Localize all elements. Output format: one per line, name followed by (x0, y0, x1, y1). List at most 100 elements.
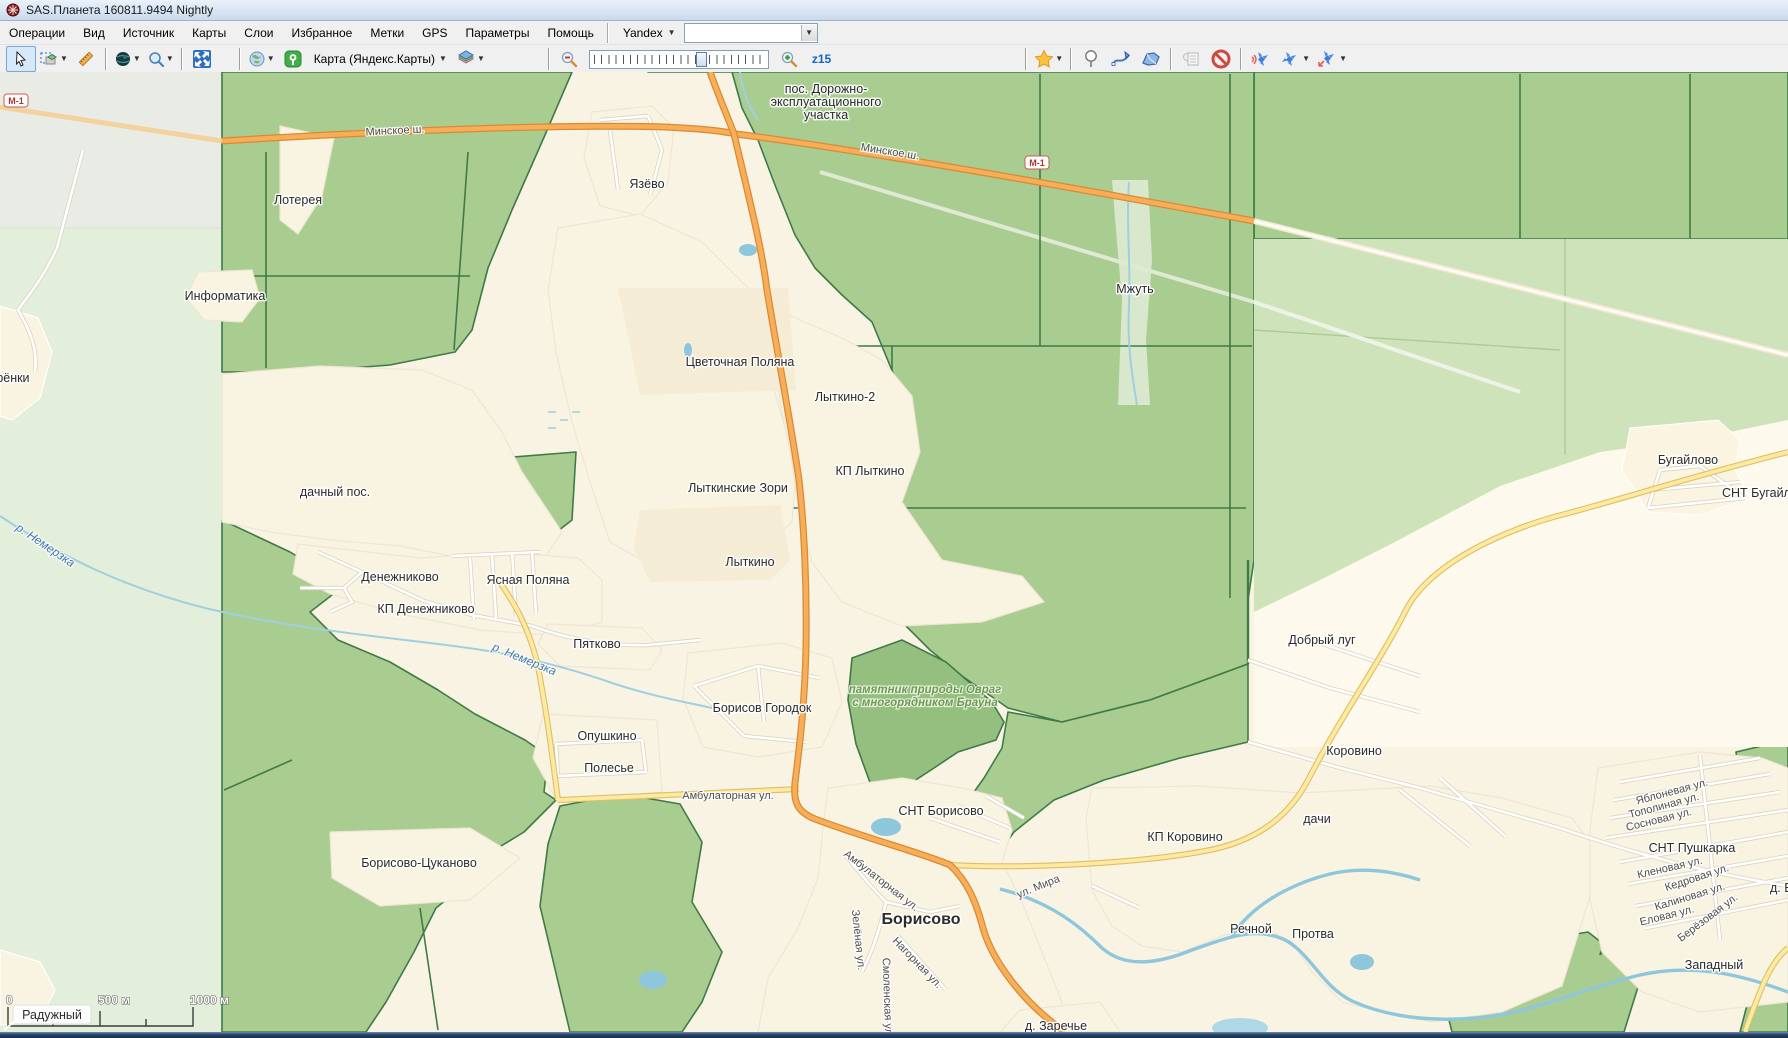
toolbar-separator (105, 48, 107, 70)
menu-source[interactable]: Источник (114, 23, 183, 43)
gps-track-icon (1279, 49, 1301, 69)
place-label: Борисов Городок (713, 701, 812, 715)
place-label: участка (804, 108, 848, 122)
yandex-maps-button[interactable] (278, 46, 308, 72)
menu-separator (607, 23, 609, 43)
taskbar-edge[interactable] (0, 1032, 1788, 1038)
place-label: КП Лыткино (836, 464, 905, 478)
chevron-down-icon: ▼ (166, 55, 174, 63)
map-type-label: Карта (Яндекс.Карты) (314, 52, 435, 66)
chevron-down-icon: ▼ (439, 55, 447, 63)
place-label: д. Заречье (1025, 1019, 1087, 1032)
add-placemark-button[interactable] (1076, 46, 1106, 72)
ruler-button[interactable] (71, 46, 101, 72)
gps-connect-button[interactable] (1246, 46, 1276, 72)
place-label: Лотерея (274, 193, 322, 207)
zoom-in-button[interactable] (774, 46, 804, 72)
toolbar-separator (1170, 48, 1172, 70)
place-label: Протва (1292, 927, 1334, 941)
place-label: Ясная Поляна (487, 573, 570, 587)
add-polygon-button[interactable] (1136, 46, 1166, 72)
place-label: Язёво (629, 177, 664, 191)
yandex-source-label: Yandex (623, 26, 663, 40)
dark-globe-button[interactable]: ▼ (111, 46, 144, 72)
zoom-slider[interactable] (589, 50, 769, 69)
hide-marks-icon (1211, 49, 1231, 69)
road-shield-m1: М-1 (1025, 156, 1049, 169)
road-shield-m1: М-1 (4, 94, 28, 107)
source-combobox[interactable]: ▼ (684, 23, 818, 43)
marks-list-icon (1182, 50, 1200, 68)
place-label: Цветочная Поляна (686, 355, 795, 369)
marks-list-button[interactable] (1176, 46, 1206, 72)
place-label: Западный (1685, 958, 1743, 972)
menu-parameters[interactable]: Параметры (457, 23, 539, 43)
hide-marks-button[interactable] (1206, 46, 1236, 72)
layers-button[interactable]: ▼ (453, 46, 488, 72)
place-label: Радужный (22, 1008, 82, 1022)
chevron-down-icon: ▼ (1339, 55, 1347, 63)
place-label: Информатика (185, 289, 266, 303)
place-label: Полесье (584, 761, 634, 775)
menu-maps[interactable]: Карты (183, 23, 235, 43)
menu-operations[interactable]: Операции (0, 23, 74, 43)
search-button[interactable]: ▼ (144, 46, 177, 72)
map-canvas[interactable]: М-1 М-1 Минское ш. Минское ш. Амбулаторн… (0, 72, 1788, 1032)
menu-layers[interactable]: Слои (235, 23, 282, 43)
zoom-slider-thumb[interactable] (696, 52, 707, 67)
lowres-tile-corner (0, 72, 222, 228)
menu-favorites[interactable]: Избранное (282, 23, 361, 43)
place-label: Борисово (882, 911, 961, 928)
menu-gps[interactable]: GPS (413, 23, 456, 43)
toolbar-separator (239, 48, 241, 70)
zoom-level-label: z15 (812, 52, 831, 66)
earth-view-button[interactable]: ▼ (245, 46, 278, 72)
place-label: д. Б (1770, 881, 1788, 895)
cursor-tool-button[interactable] (6, 46, 36, 72)
menu-marks[interactable]: Метки (361, 23, 413, 43)
zoom-out-button[interactable] (554, 46, 584, 72)
place-label: пос. Дорожно- (785, 82, 868, 96)
nature-label-line1: памятник природы Овраг (849, 684, 1002, 696)
place-label: Денежниково (361, 570, 438, 584)
earth-icon (248, 50, 266, 68)
place-label: Речной (1230, 922, 1272, 936)
place-label: Лыткино (725, 555, 774, 569)
menu-view[interactable]: Вид (74, 23, 114, 43)
select-region-button[interactable]: ▼ (36, 46, 71, 72)
layers-icon (456, 50, 476, 68)
street-label: Смоленская ул. (880, 958, 895, 1032)
gps-connect-icon (1250, 49, 1272, 69)
combobox-drop-button[interactable]: ▼ (801, 25, 817, 41)
add-path-button[interactable] (1106, 46, 1136, 72)
place-label: офёнки (0, 371, 30, 385)
menu-help[interactable]: Помощь (538, 23, 602, 43)
scale-zero-label: 0 (6, 993, 13, 1007)
place-label: дачный пос. (300, 485, 370, 499)
title-bar: SAS.Планета 160811.9494 Nightly (0, 0, 1788, 21)
favorites-button[interactable]: ▼ (1031, 46, 1066, 72)
place-label: КП Денежниково (377, 602, 474, 616)
place-label: дачи (1303, 812, 1330, 826)
polygon-icon (1141, 50, 1161, 68)
yandex-maps-icon (284, 50, 302, 68)
zoom-out-icon (560, 50, 578, 68)
toolbar-separator (1025, 48, 1027, 70)
chevron-down-icon: ▼ (1302, 55, 1310, 63)
chevron-down-icon: ▼ (1055, 55, 1063, 63)
place-label: Пятково (573, 637, 621, 651)
chevron-down-icon: ▼ (60, 55, 68, 63)
placemark-icon (1083, 49, 1099, 69)
zoom-in-icon (780, 50, 798, 68)
fullscreen-button[interactable] (187, 46, 217, 72)
chevron-down-icon: ▼ (133, 55, 141, 63)
place-label: Лыткино-2 (815, 390, 875, 404)
map-type-selector[interactable]: Карта (Яндекс.Карты) ▼ (308, 46, 453, 72)
dark-globe-icon (114, 50, 132, 68)
window-title: SAS.Планета 160811.9494 Nightly (26, 3, 213, 17)
gps-tools-button[interactable]: ▼ (1313, 46, 1350, 72)
place-label: Бугайлово (1658, 453, 1718, 467)
gps-track-button[interactable]: ▼ (1276, 46, 1313, 72)
yandex-source-dropdown[interactable]: Yandex ▼ (613, 23, 680, 43)
zoom-slider-ticks (594, 55, 764, 64)
